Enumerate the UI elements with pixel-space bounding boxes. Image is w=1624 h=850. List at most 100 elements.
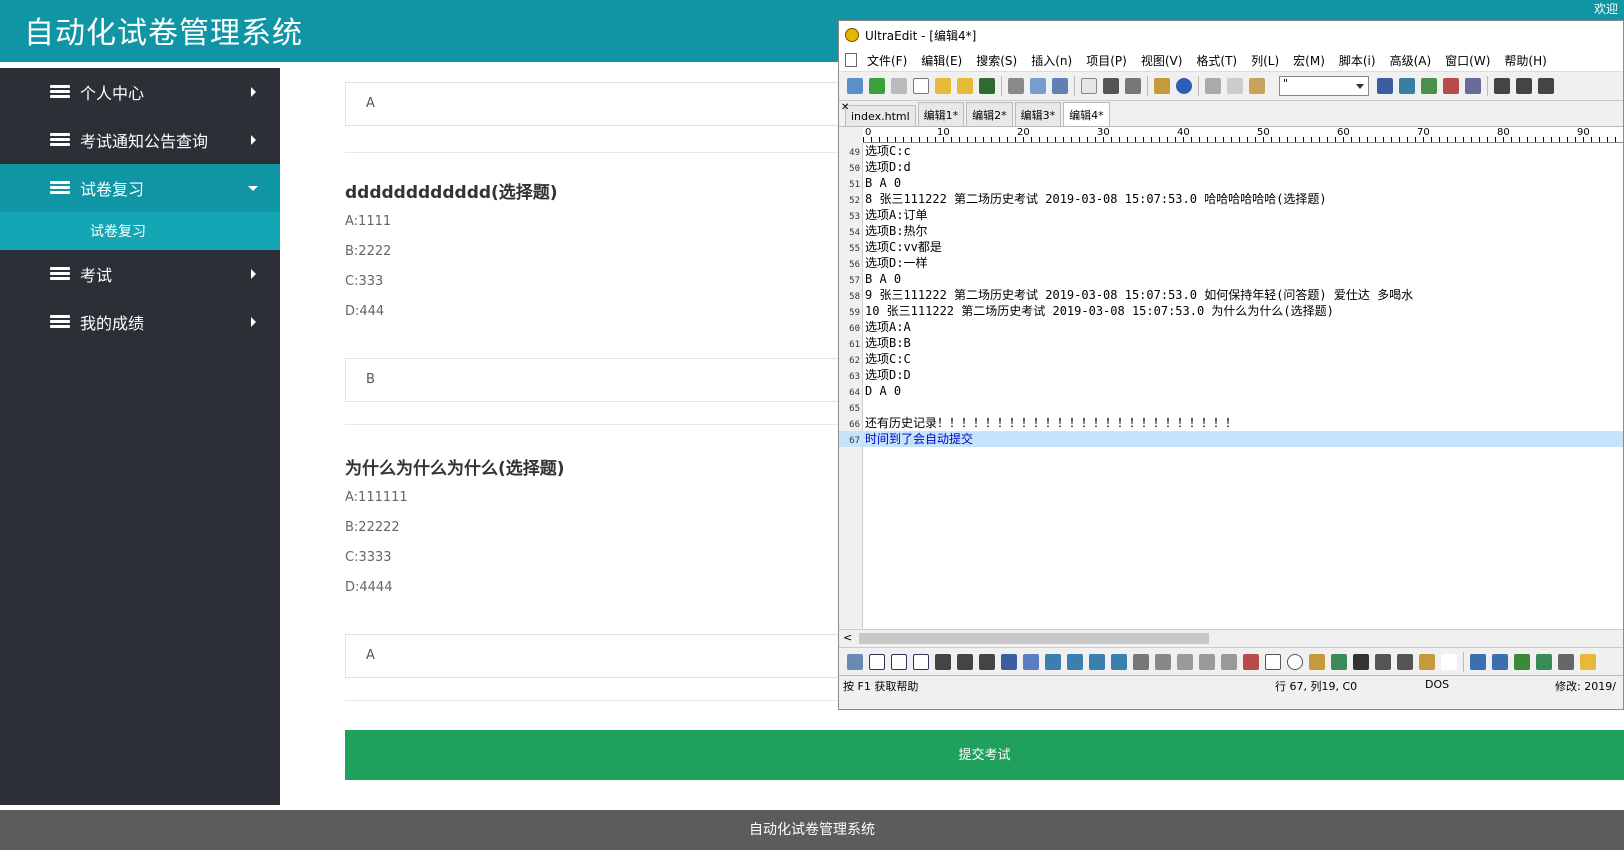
numbered-list-icon[interactable] [979,653,995,670]
highlight-icon[interactable] [1023,653,1039,670]
menu-search[interactable]: 搜索(S) [976,52,1017,69]
editor-line[interactable]: 60 选项A:A [839,319,1623,335]
menu-format[interactable]: 格式(T) [1196,52,1237,69]
menu-macro[interactable]: 宏(M) [1293,52,1325,69]
paste-icon[interactable] [1249,78,1265,94]
sidebar-subitem-paper-review[interactable]: 试卷复习 [0,212,280,250]
heading2-icon[interactable] [1067,653,1083,670]
help-icon[interactable] [1441,653,1457,670]
forward-arrow-icon[interactable] [891,78,907,94]
menu-column[interactable]: 列(L) [1251,52,1279,69]
editor-line[interactable]: 61 选项B:B [839,335,1623,351]
cut-icon[interactable] [1205,78,1221,94]
open-recent-icon[interactable] [957,78,973,94]
tab-edit2[interactable]: 编辑2* [966,102,1013,126]
align-center-icon[interactable] [1516,78,1532,94]
editor-line[interactable]: 62 选项C:C [839,351,1623,367]
tab-index-html[interactable]: index.html [845,105,916,126]
table-icon[interactable] [1470,653,1486,670]
menu-view[interactable]: 视图(V) [1141,52,1183,69]
editor-line[interactable]: 53 选项A:订单 [839,207,1623,223]
word-wrap-icon[interactable] [1103,78,1119,94]
editor-line[interactable]: 52 8 张三111222 第二场历史考试 2019-03-08 15:07:53… [839,191,1623,207]
text-editor[interactable]: 49 选项C:c 50 选项D:d 51 B A 0 52 8 张三111222 第二场历史考… [839,143,1623,629]
table-props-icon[interactable] [1580,653,1596,670]
color-picker-icon[interactable] [1419,653,1435,670]
hex-mode-icon[interactable] [1125,78,1141,94]
radio-icon[interactable] [1287,653,1303,670]
editor-line[interactable]: 67 时间到了会自动提交 [839,431,1623,447]
tab-edit3[interactable]: 编辑3* [1014,102,1062,126]
menu-script[interactable]: 脚本(i) [1339,52,1376,69]
sidebar-item-personal-center[interactable]: 个人中心 [0,68,280,116]
heading3-icon[interactable] [1089,653,1105,670]
editor-line[interactable]: 49 选项C:c [839,143,1623,159]
checkbox-icon[interactable] [1265,653,1281,670]
copy-icon[interactable] [1227,78,1243,94]
spell-check-icon[interactable] [1052,78,1068,94]
align-left-icon[interactable] [1494,78,1510,94]
menu-file[interactable]: 文件(F) [867,52,907,69]
font-select[interactable]: " [1279,76,1369,96]
menu-help[interactable]: 帮助(H) [1504,52,1546,69]
replace-icon[interactable] [1443,78,1459,94]
save-icon[interactable] [979,78,995,94]
sidebar-item-exam-notices[interactable]: 考试通知公告查询 [0,116,280,164]
heading4-icon[interactable] [1111,653,1127,670]
print-preview-icon[interactable] [1030,78,1046,94]
print-icon[interactable] [1008,78,1024,94]
underline-icon[interactable] [913,653,929,670]
menu-project[interactable]: 项目(P) [1086,52,1127,69]
bold-icon[interactable] [869,653,885,670]
editor-line[interactable]: 63 选项D:D [839,367,1623,383]
scroll-left-icon[interactable]: < [843,631,852,644]
font-color-icon[interactable] [1001,653,1017,670]
open-folder-icon[interactable] [935,78,951,94]
ultraedit-titlebar[interactable]: UltraEdit - [编辑4*] [839,21,1623,49]
find-in-files-icon[interactable] [1465,78,1481,94]
document-list-icon[interactable] [1081,78,1097,94]
scrollbar-thumb[interactable] [859,633,1209,644]
image-icon[interactable] [1331,653,1347,670]
editor-line[interactable]: 50 选项D:d [839,159,1623,175]
editor-line[interactable]: 56 选项D:一样 [839,255,1623,271]
clipboard-icon[interactable] [1154,78,1170,94]
password-field-icon[interactable] [1221,653,1237,670]
sidebar-item-my-scores[interactable]: 我的成绩 [0,298,280,346]
bullet-list-icon[interactable] [957,653,973,670]
menu-advanced[interactable]: 高级(A) [1390,52,1432,69]
table-cell-icon[interactable] [1536,653,1552,670]
frame-icon[interactable] [1309,653,1325,670]
align-right-icon[interactable] [1538,78,1554,94]
editor-line[interactable]: 64 D A 0 [839,383,1623,399]
editor-line[interactable]: 65 [839,399,1623,415]
italic-icon[interactable] [891,653,907,670]
html-tag-icon[interactable] [847,653,863,670]
form-icon[interactable] [1133,653,1149,670]
new-file-icon[interactable] [913,78,929,94]
editor-line[interactable]: 54 选项B:热尔 [839,223,1623,239]
browser-view-icon[interactable] [1176,78,1192,94]
anchor-icon[interactable] [1353,653,1369,670]
submit-exam-button[interactable]: 提交考试 [345,730,1624,780]
tab-edit4[interactable]: 编辑4* [1063,102,1110,126]
editor-line[interactable]: 59 10 张三111222 第二场历史考试 2019-03-08 15:07:5… [839,303,1623,319]
special-char-icon[interactable] [1397,653,1413,670]
editor-line[interactable]: 58 9 张三111222 第二场历史考试 2019-03-08 15:07:53… [839,287,1623,303]
sidebar-item-paper-review[interactable]: 试卷复习 [0,164,280,212]
editor-line[interactable]: 66 还有历史记录！！！！！！！！！！！！！！！！！！！！！！！！！ [839,415,1623,431]
textarea-icon[interactable] [1199,653,1215,670]
menu-window[interactable]: 窗口(W) [1445,52,1490,69]
paragraph-icon[interactable] [935,653,951,670]
close-icon[interactable]: ✕ [841,102,849,113]
find-next-icon[interactable] [1399,78,1415,94]
script-icon[interactable] [1375,653,1391,670]
ultraedit-window[interactable]: UltraEdit - [编辑4*] 文件(F) 编辑(E) 搜索(S) 插入(… [838,20,1624,710]
editor-line[interactable]: 51 B A 0 [839,175,1623,191]
back-arrow-icon[interactable] [869,78,885,94]
editor-line[interactable]: 57 B A 0 [839,271,1623,287]
horizontal-rule-icon[interactable] [1155,653,1171,670]
text-field-icon[interactable] [1177,653,1193,670]
table-row-icon[interactable] [1492,653,1508,670]
heading1-icon[interactable] [1045,653,1061,670]
